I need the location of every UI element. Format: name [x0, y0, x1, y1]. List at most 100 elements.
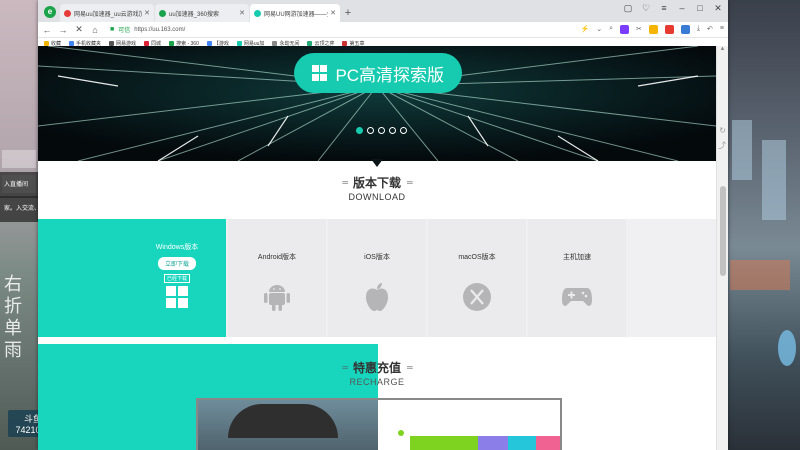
tab-favicon-icon [254, 9, 261, 17]
download-icon[interactable]: ⤓ [697, 25, 700, 34]
window-controls: ▢ ♡ ≡ – □ ✕ [622, 3, 724, 14]
download-card-macos[interactable]: macOS版本 [428, 219, 526, 337]
download-card-ios[interactable]: iOS版本 [328, 219, 426, 337]
share-side-icon[interactable]: ⤴ [718, 140, 726, 151]
download-title: 版本下载 [352, 176, 401, 190]
tab-360-search[interactable]: uu加速器_360搜索 ✕ [155, 4, 249, 22]
heading-deco-icon: ═ [407, 178, 413, 187]
url-text: https://uu.163.com/ [134, 26, 186, 33]
browser-menu-button[interactable]: e [40, 2, 60, 22]
lock-icon: ■ [110, 26, 115, 33]
carousel-dot[interactable] [378, 127, 385, 134]
secure-label: 可信 [118, 28, 131, 34]
menu-icon[interactable]: ≡ [658, 3, 670, 14]
undo-icon[interactable]: ↶ [707, 25, 713, 34]
download-heading: ═ 版本下载 ═ DOWNLOAD [38, 174, 716, 202]
carousel-dot[interactable] [356, 127, 363, 134]
back-icon[interactable]: ← [42, 25, 52, 35]
windows-download-button[interactable]: 立即下载 [157, 257, 196, 270]
tab-uu-accelerator[interactable]: 网易UU网游加速器——全球… ✕ [250, 4, 340, 22]
skin-icon[interactable]: ♡ [640, 3, 652, 14]
heading-deco-icon: ═ [342, 363, 348, 372]
carousel-dots [356, 127, 407, 134]
game-art-image [198, 400, 378, 450]
heading-deco-icon: ═ [342, 178, 348, 187]
tab-title: 网易uu加速器_uu云游戏加速… [74, 11, 143, 18]
recharge-subtitle: RECHARGE [349, 377, 405, 387]
chevron-down-icon[interactable]: ⌄ [596, 25, 602, 34]
heading-deco-icon: ═ [407, 363, 413, 372]
ios-version-label: iOS版本 [364, 254, 390, 261]
refresh-side-icon[interactable]: ↻ [719, 126, 726, 135]
tab-title: uu加速器_360搜索 [169, 11, 220, 18]
download-subtitle: DOWNLOAD [348, 192, 406, 202]
recharge-heading: ═ 特惠充值 ═ RECHARGE [38, 359, 716, 387]
search-icon[interactable]: ⌕ [609, 25, 613, 34]
carousel-dot[interactable] [389, 127, 396, 134]
street-sign-char: 雨 [4, 340, 22, 361]
scissors-icon[interactable]: ✂ [636, 25, 642, 34]
promo-tile[interactable] [478, 436, 508, 450]
browser-logo-icon: e [44, 6, 56, 18]
address-bar: ← → ✕ ⌂ ■ 可信 https://uu.163.com/ ⚡ ⌄ ⌕ ✂… [38, 22, 728, 38]
hero-button-label: PC高清探索版 [335, 65, 445, 85]
tab-bar: e 网易uu加速器_uu云游戏加速… ✕ uu加速器_360搜索 ✕ 网易UU网… [38, 0, 728, 22]
extension-icon[interactable] [620, 25, 630, 34]
new-tab-button[interactable]: + [341, 4, 355, 22]
close-icon[interactable]: ✕ [239, 9, 245, 17]
carousel-dot[interactable] [400, 127, 407, 134]
download-card-console[interactable]: 主机加速 [528, 219, 626, 337]
gamepad-icon [562, 288, 592, 306]
url-field[interactable]: ■ 可信 https://uu.163.com/ [106, 24, 575, 36]
menu-icon[interactable]: ≡ [720, 25, 724, 34]
scroll-up-icon[interactable]: ▲ [717, 46, 728, 56]
banner-pointer [371, 159, 383, 167]
download-grid: Windows版本 立即下载 已经下载 Android版本 iOS版本 macO… [38, 219, 716, 337]
tab-title: 网易UU网游加速器——全球… [264, 11, 328, 18]
console-accel-label: 主机加速 [563, 254, 591, 261]
apple-icon [366, 283, 388, 311]
forward-icon[interactable]: → [58, 25, 68, 35]
android-icon [264, 285, 290, 311]
backdrop-left-building [0, 0, 40, 450]
lightning-icon[interactable]: ⚡ [581, 25, 590, 34]
macos-version-label: macOS版本 [458, 254, 496, 261]
close-icon[interactable]: ✕ [144, 9, 150, 17]
close-window-icon[interactable]: ✕ [712, 3, 724, 14]
extension-icon[interactable] [664, 25, 674, 34]
windows-icon [311, 65, 328, 81]
promo-tile[interactable] [508, 436, 536, 450]
macos-x-icon [463, 283, 491, 311]
promo-tile[interactable] [536, 436, 560, 450]
tab-uu-home[interactable]: 网易uu加速器_uu云游戏加速… ✕ [60, 4, 154, 22]
android-version-label: Android版本 [257, 254, 297, 261]
parachute-graphic [228, 404, 338, 438]
restore-tabs-icon[interactable]: ▢ [622, 3, 634, 14]
extension-icon[interactable] [648, 25, 658, 34]
download-grid-filler [628, 219, 716, 337]
pc-hd-download-button[interactable]: PC高清探索版 [294, 53, 462, 93]
browser-window: e 网易uu加速器_uu云游戏加速… ✕ uu加速器_360搜索 ✕ 网易UU网… [38, 0, 728, 450]
carousel-dot[interactable] [367, 127, 374, 134]
download-card-android[interactable]: Android版本 [228, 219, 326, 337]
windows-version-label: Windows版本 [155, 244, 199, 251]
tab-favicon-icon [64, 9, 71, 17]
minimize-icon[interactable]: – [676, 3, 688, 14]
page-scrollbar[interactable]: ▲ ↻ ⤴ [716, 46, 728, 450]
close-icon[interactable]: ✕ [330, 9, 336, 17]
tab-favicon-icon [159, 9, 166, 17]
home-icon[interactable]: ⌂ [90, 25, 100, 35]
indicator-dot [398, 430, 404, 436]
scroll-thumb[interactable] [720, 186, 726, 276]
hero-banner: PC高清探索版 [38, 46, 716, 161]
recharge-title: 特惠充值 [352, 361, 401, 375]
stop-icon[interactable]: ✕ [74, 24, 84, 35]
page-viewport: PC高清探索版 ═ 版本下载 ═ DOWNLOAD Windows版本 立即下载 已… [38, 46, 716, 450]
backdrop-right-building [722, 0, 800, 450]
toolbar-right: ⚡ ⌄ ⌕ ✂ ⤓ ↶ ≡ [581, 25, 724, 34]
downloaded-tag: 已经下载 [163, 274, 190, 283]
maximize-icon[interactable]: □ [694, 3, 706, 14]
download-card-windows[interactable]: Windows版本 立即下载 已经下载 [38, 219, 226, 337]
extension-icon[interactable] [680, 25, 690, 34]
promo-tile[interactable] [410, 436, 478, 450]
